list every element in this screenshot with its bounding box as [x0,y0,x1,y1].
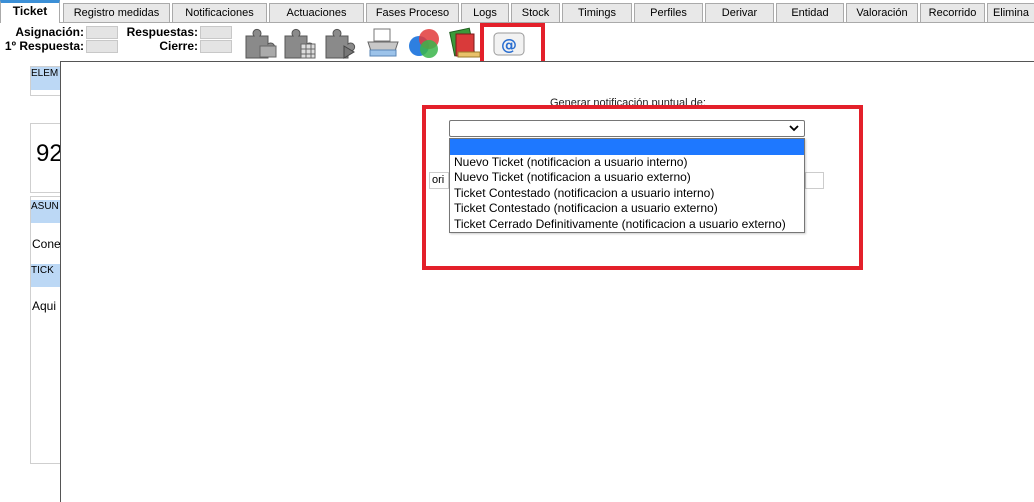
ticket-text: Aqui [32,299,57,313]
tab-perfiles[interactable]: Perfiles [634,3,703,22]
asunto-header: ASUN [31,200,60,223]
ticket-number: 92 [36,140,60,167]
tab-bar: Ticket Registro medidas Notificaciones A… [0,0,1034,23]
print-icon[interactable] [364,26,402,60]
tab-stock[interactable]: Stock [511,3,560,22]
tab-fases-proceso[interactable]: Fases Proceso [366,3,459,22]
asignacion-value [86,26,118,39]
color-circles-icon[interactable] [405,26,443,60]
tab-notificaciones[interactable]: Notificaciones [172,3,267,22]
tab-recorrido[interactable]: Recorrido [920,3,985,22]
elem-header: ELEM [31,67,60,90]
book-stack-icon[interactable] [446,26,484,60]
tab-registro-medidas[interactable]: Registro medidas [63,3,170,22]
tab-actuaciones[interactable]: Actuaciones [269,3,364,22]
puzzle-export-icon[interactable] [322,26,360,60]
cierre-label: Cierre: [159,39,198,53]
tab-logs[interactable]: Logs [461,3,509,22]
tab-entidad[interactable]: Entidad [776,3,844,22]
tab-derivar[interactable]: Derivar [705,3,774,22]
respuestas-label: Respuestas: [126,25,198,39]
tab-ticket[interactable]: Ticket [0,0,60,23]
primera-respuesta-label: 1º Respuesta: [4,39,84,53]
puzzle-icon[interactable] [242,26,280,60]
asignacion-label: Asignación: [15,25,84,39]
ticket-header: TICK [31,264,60,287]
tab-valoracion[interactable]: Valoración [846,3,918,22]
respuestas-value [200,26,232,39]
puzzle-table-icon[interactable] [281,26,319,60]
dropdown-highlight [422,105,863,270]
tab-divider [60,22,1034,23]
tab-eliminar[interactable]: Elimina [987,3,1034,22]
asunto-text: Cone [32,237,60,251]
cierre-value [200,40,232,53]
tab-timings[interactable]: Timings [562,3,632,22]
primera-respuesta-value [86,40,118,53]
